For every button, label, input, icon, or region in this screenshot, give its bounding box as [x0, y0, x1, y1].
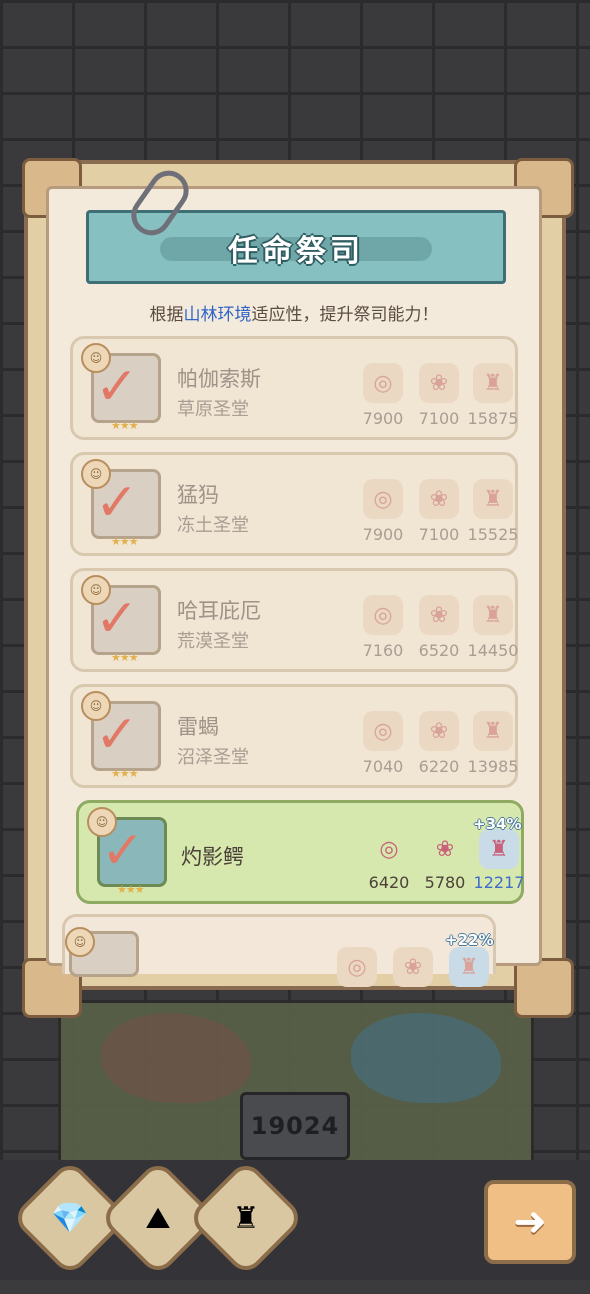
- candidate-card[interactable]: ☺ ◎ ❀ ♜ +22%: [62, 914, 496, 987]
- mountain-icon: ⛰: [145, 1200, 171, 1236]
- shell-icon: ◎: [363, 363, 403, 403]
- star-icon: ★★★: [111, 535, 139, 548]
- orb-icon: ❀: [393, 947, 433, 987]
- shell-icon: ◎: [337, 947, 377, 987]
- star-icon: ★★★: [111, 419, 139, 432]
- star-icon: ★★★: [111, 767, 139, 780]
- arrow-right-icon: ➜: [513, 1199, 547, 1245]
- candidate-name: 哈耳庇厄: [177, 599, 261, 623]
- crystal-icon: 💎: [51, 1200, 89, 1236]
- candidate-card[interactable]: ☺ ✓ ★★★ 帕伽索斯 草原圣堂 ◎ ❀ ♜ 7900 7100 15875: [70, 336, 518, 440]
- totem-icon: ♜: [232, 1200, 260, 1236]
- totem-icon: ♜: [473, 711, 513, 751]
- totem-icon: ♜: [473, 595, 513, 635]
- shell-icon: ◎: [379, 836, 399, 862]
- star-icon: ★★★: [111, 651, 139, 664]
- resource-value: 6220: [418, 757, 460, 776]
- shell-icon: ◎: [363, 479, 403, 519]
- candidate-name: 猛犸: [177, 483, 219, 507]
- dragon-beast-image: [351, 1013, 501, 1103]
- checkmark-icon: ✓: [95, 589, 139, 649]
- resource-value: 7100: [418, 525, 460, 544]
- candidate-temple: 冻土圣堂: [177, 515, 249, 536]
- totem-icon: ♜: [479, 829, 519, 869]
- candidate-temple: 草原圣堂: [177, 399, 249, 420]
- tiger-beast-image: [101, 1013, 251, 1103]
- candidate-temple: 沼泽圣堂: [177, 747, 249, 768]
- checkmark-icon: ✓: [95, 473, 139, 533]
- candidate-name: 帕伽索斯: [177, 367, 261, 391]
- resource-value: 15875: [467, 409, 519, 428]
- orb-icon: ❀: [419, 479, 459, 519]
- resource-value: 15525: [467, 525, 519, 544]
- resource-value: 7040: [362, 757, 404, 776]
- resource-value: 6520: [418, 641, 460, 660]
- resource-value: 7900: [362, 525, 404, 544]
- orb-icon: ❀: [435, 836, 455, 862]
- candidate-card[interactable]: ☺ ✓ ★★★ 雷蝎 沼泽圣堂 ◎ ❀ ♜ 7040 6220 13985: [70, 684, 518, 788]
- resource-value: 5780: [424, 873, 466, 892]
- resource-value: 14450: [467, 641, 519, 660]
- shell-icon: ◎: [363, 595, 403, 635]
- next-arrow-button[interactable]: ➜: [484, 1180, 576, 1264]
- candidate-name: 灼影鳄: [181, 845, 244, 869]
- candidate-card-selected[interactable]: ☺ ✓ ★★★ 灼影鳄 ◎ ❀ ♜ +34% 6420 5780 12217: [76, 800, 524, 904]
- totem-icon: ♜: [473, 479, 513, 519]
- resource-value: 7160: [362, 641, 404, 660]
- totem-icon: ♜: [449, 947, 489, 987]
- resource-value: 7100: [418, 409, 460, 428]
- resource-value: 13985: [467, 757, 519, 776]
- bonus-percent: +22%: [445, 931, 494, 949]
- panel-subtitle: 根据山林环境适应性，提升祭司能力！: [149, 305, 439, 325]
- checkmark-icon: ✓: [95, 705, 139, 765]
- star-icon: ★★★: [117, 883, 145, 896]
- shell-icon: ◎: [363, 711, 403, 751]
- resource-value: 7900: [362, 409, 404, 428]
- totem-icon: ♜: [473, 363, 513, 403]
- power-value: 19024: [240, 1092, 350, 1160]
- environment-highlight: 山林环境: [183, 305, 252, 325]
- checkmark-icon: ✓: [95, 357, 139, 417]
- resource-value: 6420: [368, 873, 410, 892]
- candidate-temple: 荒漠圣堂: [177, 631, 249, 652]
- panel-corner: [514, 958, 574, 1018]
- candidate-card[interactable]: ☺ ✓ ★★★ 哈耳庇厄 荒漠圣堂 ◎ ❀ ♜ 7160 6520 14450: [70, 568, 518, 672]
- face-badge-icon: ☺: [65, 927, 95, 957]
- checkmark-icon: ✓: [101, 821, 145, 881]
- candidate-name: 雷蝎: [177, 715, 219, 739]
- resource-value-boosted: 12217: [473, 873, 525, 892]
- bonus-percent: +34%: [473, 815, 522, 833]
- candidate-card[interactable]: ☺ ✓ ★★★ 猛犸 冻土圣堂 ◎ ❀ ♜ 7900 7100 15525: [70, 452, 518, 556]
- orb-icon: ❀: [419, 711, 459, 751]
- orb-icon: ❀: [419, 363, 459, 403]
- orb-icon: ❀: [419, 595, 459, 635]
